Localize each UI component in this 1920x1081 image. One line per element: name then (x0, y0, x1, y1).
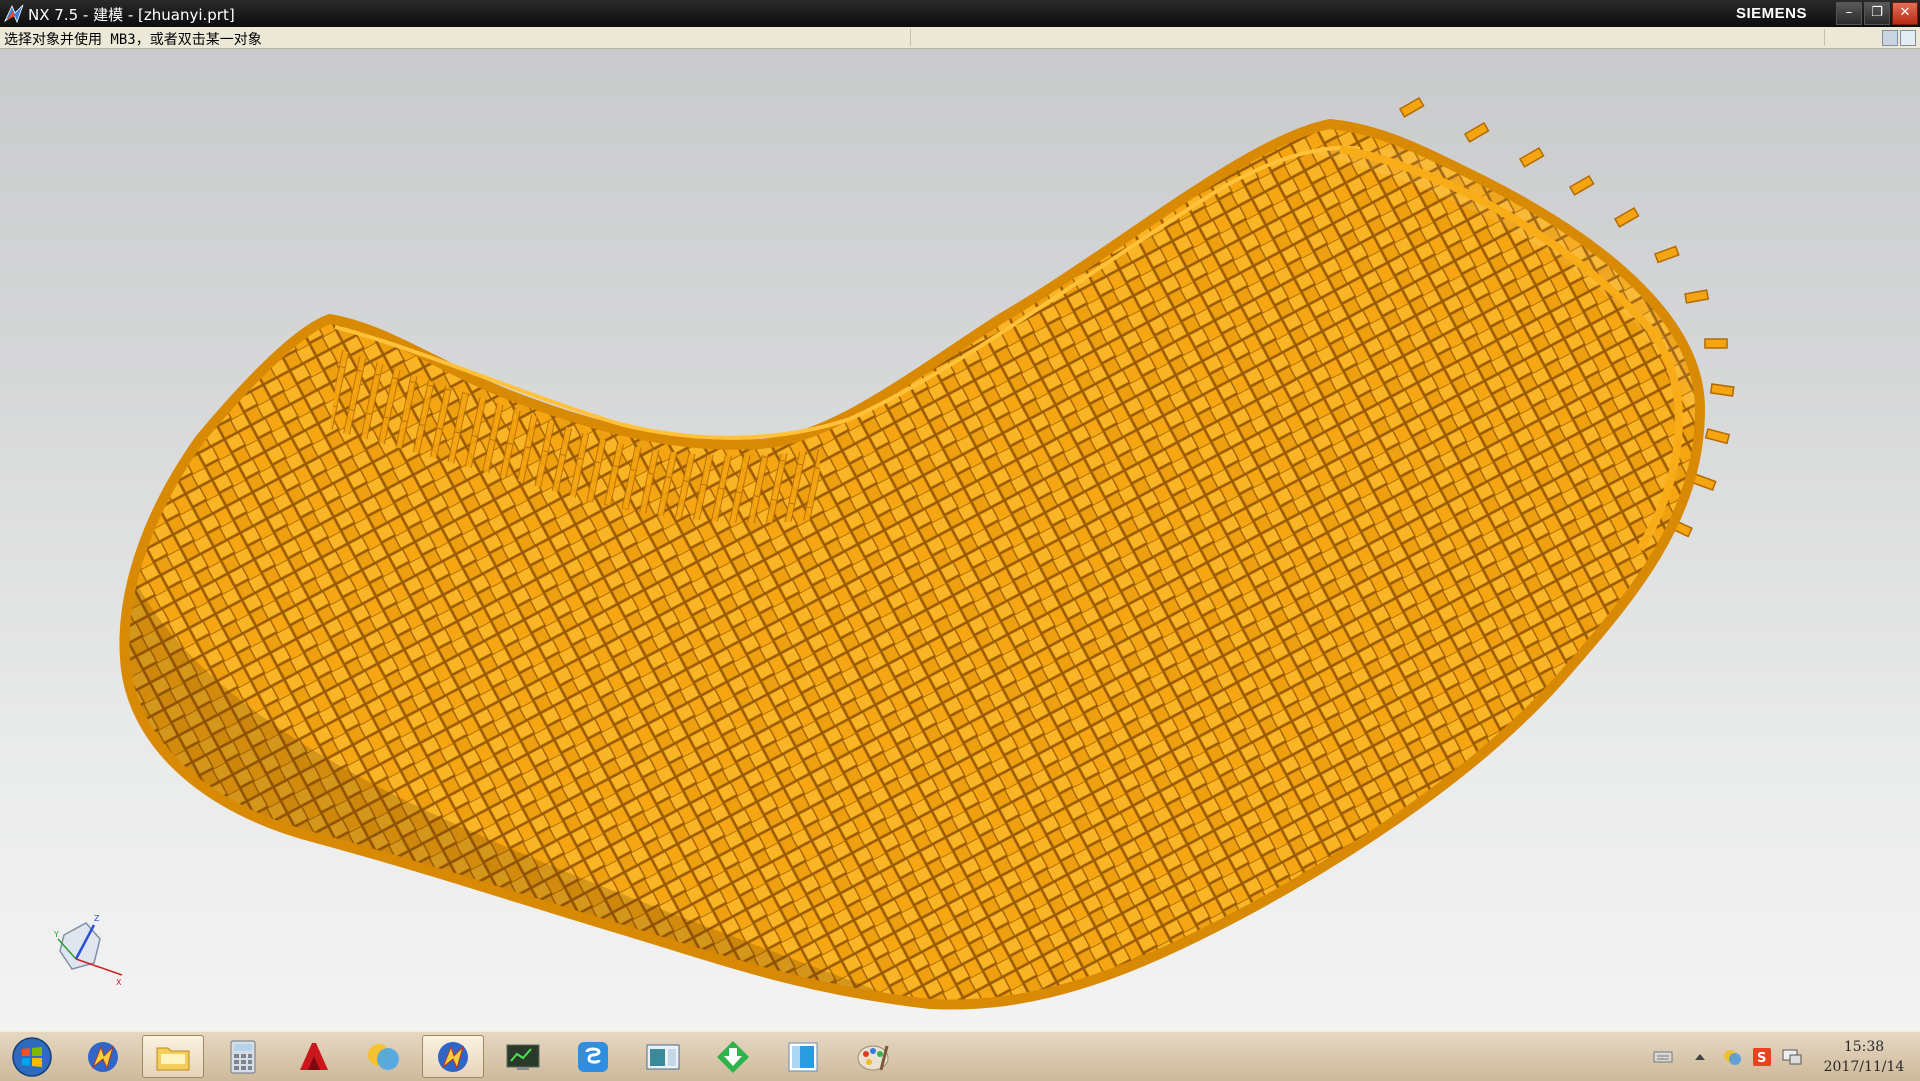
close-icon: ✕ (1899, 5, 1911, 20)
sogou-input-icon: S (1753, 1048, 1771, 1066)
taskbar-chat[interactable] (352, 1035, 414, 1078)
paint-icon (857, 1045, 889, 1070)
close-button[interactable]: ✕ (1892, 2, 1918, 25)
nx-app-icon[interactable] (3, 3, 25, 24)
tray-show-hidden[interactable] (1690, 1047, 1710, 1067)
window-title: NX 7.5 - 建模 - [zhuanyi.prt] (28, 6, 235, 24)
taskbar-blue-app[interactable] (772, 1035, 834, 1078)
window-app-icon (646, 1044, 680, 1069)
taskbar-autocad[interactable] (282, 1035, 344, 1078)
taskbar: S 15:38 2017/11/14 (0, 1031, 1920, 1081)
restore-icon: ❐ (1871, 5, 1883, 20)
svg-text:S: S (1757, 1051, 1766, 1066)
minimize-icon: – (1845, 5, 1853, 20)
title-bar: NX 7.5 - 建模 - [zhuanyi.prt] SIEMENS – ❐ … (0, 0, 1920, 27)
taskbar-explorer[interactable] (142, 1035, 204, 1078)
taskbar-nx[interactable] (72, 1035, 134, 1078)
cue-line-prompt: 选择对象并使用 MB3，或者双击某一对象 (4, 32, 262, 48)
chat-icon (368, 1043, 399, 1070)
keyboard-icon (1653, 1051, 1673, 1063)
calculator-icon (230, 1040, 256, 1073)
folder-icon (156, 1047, 190, 1070)
restore-button[interactable]: ❐ (1864, 2, 1890, 25)
basket-weave (124, 124, 1700, 1005)
taskbar-terminal[interactable] (492, 1035, 554, 1078)
monitor-icon (1782, 1049, 1802, 1065)
taskbar-qq[interactable] (562, 1035, 624, 1078)
cue-panel-options-button[interactable] (1900, 30, 1916, 46)
blue-app-icon (788, 1042, 818, 1071)
tray-keyboard[interactable] (1653, 1047, 1673, 1067)
clock-time: 15:38 (1843, 1039, 1885, 1055)
svg-text:X: X (116, 978, 122, 987)
svg-text:Y: Y (54, 930, 59, 939)
tray-monitor[interactable] (1782, 1047, 1802, 1067)
qq-icon (578, 1041, 608, 1072)
download-icon (717, 1040, 749, 1073)
cue-panel-toggle-button[interactable] (1882, 30, 1898, 46)
csys-triad-icon: X Y Z (54, 914, 123, 987)
status-divider (910, 29, 911, 46)
clock-date: 2017/11/14 (1823, 1059, 1905, 1075)
network-icon (1724, 1050, 1741, 1065)
terminal-icon (506, 1044, 540, 1070)
graphics-window[interactable]: X Y Z (0, 49, 1920, 1031)
taskbar-calculator[interactable] (212, 1035, 274, 1078)
start-button[interactable] (0, 1035, 64, 1078)
siemens-brand: SIEMENS (1736, 5, 1808, 22)
minimize-button[interactable]: – (1836, 2, 1862, 25)
taskbar-nx-active[interactable] (422, 1035, 484, 1078)
taskbar-window-app[interactable] (632, 1035, 694, 1078)
system-clock[interactable]: 15:38 2017/11/14 (1814, 1037, 1914, 1077)
nx-icon-active (438, 1041, 468, 1072)
cue-line: 选择对象并使用 MB3，或者双击某一对象 (0, 27, 1920, 49)
show-hidden-icon (1695, 1054, 1705, 1060)
taskbar-download[interactable] (702, 1035, 764, 1078)
tray-network[interactable] (1722, 1047, 1742, 1067)
autocad-icon (300, 1042, 328, 1070)
nx-icon (88, 1041, 118, 1072)
tray-sogou-input[interactable]: S (1752, 1047, 1772, 1067)
svg-text:Z: Z (94, 914, 100, 923)
status-divider (1824, 29, 1825, 46)
windows-start-icon (12, 1036, 52, 1077)
woven-basket-model[interactable] (0, 49, 1920, 1031)
taskbar-paint[interactable] (842, 1035, 904, 1078)
